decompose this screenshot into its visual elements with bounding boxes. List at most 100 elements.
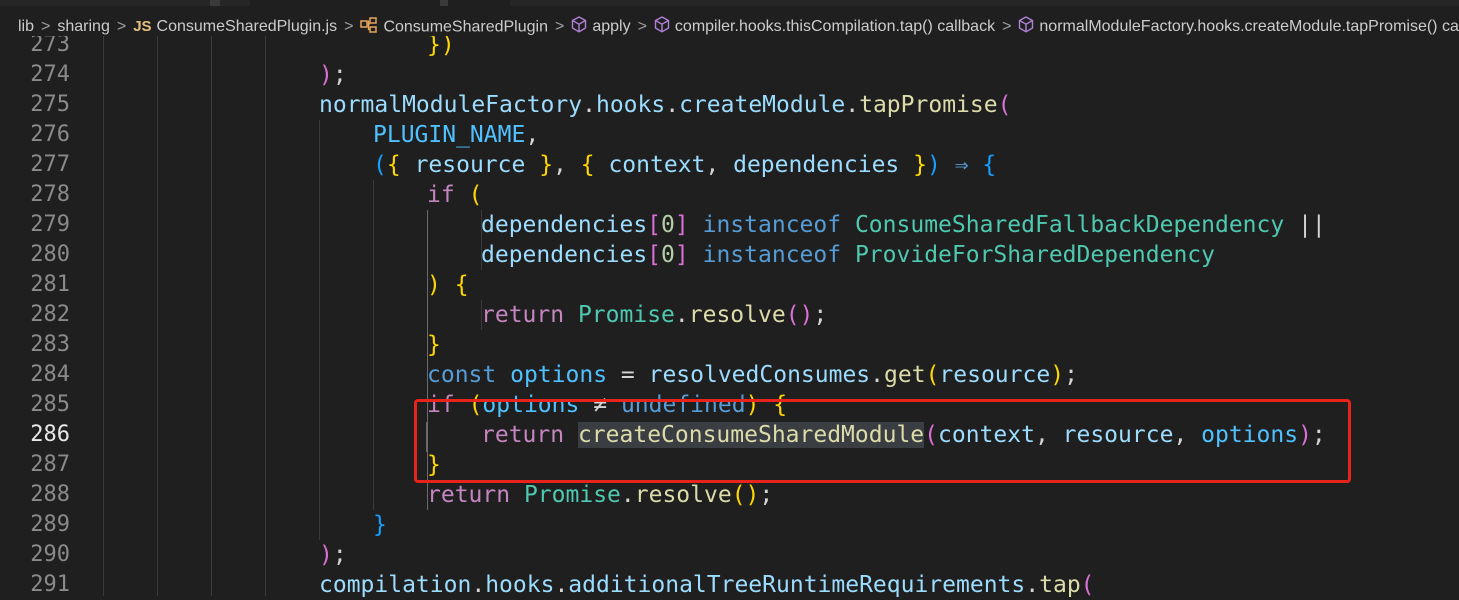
line-number: 290 [30, 542, 70, 567]
code-text: } [427, 330, 441, 360]
line-number: 283 [30, 332, 70, 357]
code-token: () [731, 482, 760, 508]
code-text: compilation.hooks.additionalTreeRuntimeR… [319, 570, 1095, 600]
code-token: ( [468, 392, 483, 418]
code-token: ; [813, 302, 828, 328]
code-token: compilation [319, 572, 472, 598]
code-token: . [665, 92, 680, 118]
code-token: return [481, 302, 565, 328]
code-token: 0 [661, 212, 675, 238]
line-number: 288 [30, 482, 70, 507]
code-token: options [510, 362, 608, 388]
line-number: 284 [30, 362, 70, 387]
code-token: hooks [485, 572, 555, 598]
breadcrumb-label: compiler.hooks.thisCompilation.tap() cal… [674, 18, 996, 36]
line-number: 277 [30, 152, 70, 177]
code-token: ( [468, 182, 483, 208]
code-token: get [884, 362, 926, 388]
line-number: 291 [30, 572, 70, 597]
line-number: 280 [30, 242, 70, 267]
line-number: 274 [30, 62, 70, 87]
line-number: 279 [30, 212, 70, 237]
code-text: return createConsumeSharedModule(context… [481, 420, 1326, 450]
breadcrumb-item[interactable]: compiler.hooks.thisCompilation.tap() cal… [654, 16, 995, 36]
code-token: ; [332, 62, 347, 88]
method-symbol-icon [1018, 16, 1034, 36]
code-token: if [427, 392, 455, 418]
breadcrumb-item[interactable]: apply [571, 16, 631, 36]
code-token: ProvideForSharedDependency [854, 242, 1215, 268]
breadcrumb-separator: > [1002, 18, 1012, 35]
code-token: { [773, 392, 788, 418]
code-token: ) [427, 272, 441, 298]
breadcrumb-separator: > [344, 18, 354, 35]
code-token: { [580, 152, 609, 178]
code-token: { [982, 152, 997, 178]
breadcrumb-separator: > [554, 18, 565, 35]
code-token: additionalTreeRuntimeRequirements [568, 572, 1026, 598]
code-text: } [373, 510, 387, 540]
breadcrumb-item[interactable]: normalModuleFactory.hooks.createModule.t… [1018, 16, 1459, 36]
line-number: 281 [30, 272, 70, 297]
code-text: const options = resolvedConsumes.get(res… [427, 360, 1078, 390]
indent-guide [373, 180, 374, 510]
code-token: tapPromise [859, 92, 998, 118]
method-symbol-icon [571, 16, 587, 36]
code-token: , [553, 152, 581, 178]
indent-guide [265, 36, 266, 596]
code-token: ( [924, 422, 938, 448]
code-token: createModule [679, 92, 846, 118]
breadcrumb-item[interactable]: ConsumeSharedPlugin [360, 16, 548, 37]
code-token: PLUGIN_NAME [373, 122, 526, 148]
code-token: context [608, 152, 706, 178]
code-token: [ [647, 212, 662, 238]
code-editor[interactable]: 273}) 274); 275 normalModuleFactory.hooks.c… [0, 0, 1459, 598]
code-token: () [785, 302, 814, 328]
code-token: ; [1064, 362, 1078, 388]
code-token: dependencies [481, 212, 648, 238]
breadcrumb-separator: > [116, 18, 127, 35]
code-token: Promise [523, 482, 621, 508]
code-token: ( [997, 92, 1012, 118]
code-token: resource [1062, 422, 1174, 448]
code-text: } [427, 450, 441, 480]
code-token: ; [332, 542, 347, 568]
indent-guide [319, 120, 320, 540]
indent-guide [157, 36, 158, 596]
code-token: createConsumeSharedModule [577, 422, 925, 448]
line-number: 286 [30, 422, 70, 447]
class-symbol-icon [360, 16, 378, 37]
code-token: } [373, 512, 387, 538]
code-token: resource [939, 362, 1051, 388]
code-token: resolve [634, 482, 732, 508]
breadcrumb-item[interactable]: lib [18, 18, 34, 36]
code-token: context [938, 422, 1035, 448]
breadcrumb-item[interactable]: sharing [57, 18, 109, 36]
code-token: normalModuleFactory [319, 92, 583, 118]
code-token: ) [745, 392, 760, 418]
code-token: resource [414, 152, 526, 178]
code-token: . [1025, 572, 1040, 598]
code-token: resolvedConsumes [648, 362, 871, 388]
code-token: ; [1311, 422, 1326, 448]
code-token: ConsumeSharedFallbackDependency [854, 212, 1285, 238]
breadcrumb-label: sharing [57, 18, 110, 35]
code-token: dependencies [481, 242, 648, 268]
code-token: ) [319, 62, 333, 88]
line-number: 287 [30, 452, 70, 477]
code-token: ( [373, 152, 387, 178]
code-token: , [705, 152, 734, 178]
code-token: hooks [595, 92, 666, 118]
breadcrumb-label: apply [592, 18, 631, 36]
breadcrumb-item[interactable]: JS ConsumeSharedPlugin.js [133, 18, 337, 36]
code-token: . [620, 482, 635, 508]
